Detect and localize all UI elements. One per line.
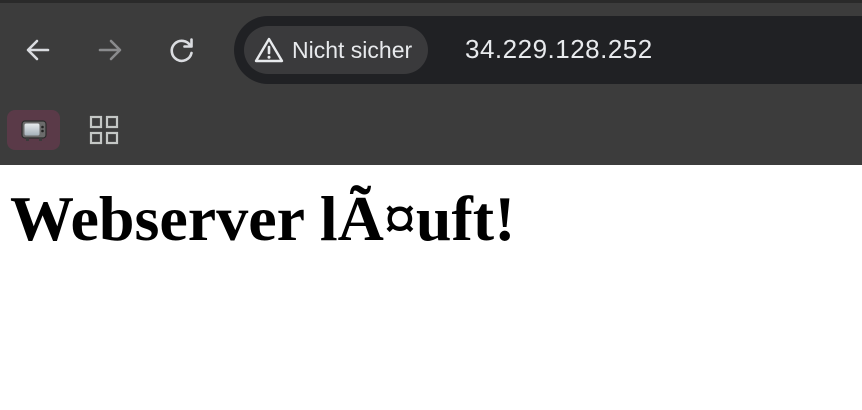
- bookmarks-bar: [0, 98, 862, 165]
- browser-chrome: Nicht sicher 34.229.128.252: [0, 0, 862, 165]
- security-chip[interactable]: Nicht sicher: [244, 26, 429, 74]
- back-button[interactable]: [16, 28, 60, 72]
- arrow-right-icon: [98, 39, 122, 61]
- arrow-left-icon: [26, 39, 50, 61]
- reload-button[interactable]: [160, 28, 204, 72]
- bookmark-tv-app[interactable]: [7, 110, 60, 150]
- reload-icon: [170, 38, 193, 63]
- page-content: Webserver lÃ¤uft!: [0, 165, 862, 410]
- apps-grid-icon: [89, 115, 119, 145]
- security-label: Nicht sicher: [292, 36, 413, 63]
- forward-button[interactable]: [88, 28, 132, 72]
- apps-grid-button[interactable]: [86, 112, 122, 148]
- window-top-edge: [0, 0, 862, 3]
- tv-icon: [20, 120, 47, 141]
- url-text[interactable]: 34.229.128.252: [465, 34, 653, 65]
- address-bar[interactable]: Nicht sicher 34.229.128.252: [234, 16, 862, 84]
- warning-triangle-icon: [254, 37, 284, 63]
- page-heading: Webserver lÃ¤uft!: [10, 183, 516, 254]
- browser-toolbar: Nicht sicher 34.229.128.252: [0, 0, 862, 98]
